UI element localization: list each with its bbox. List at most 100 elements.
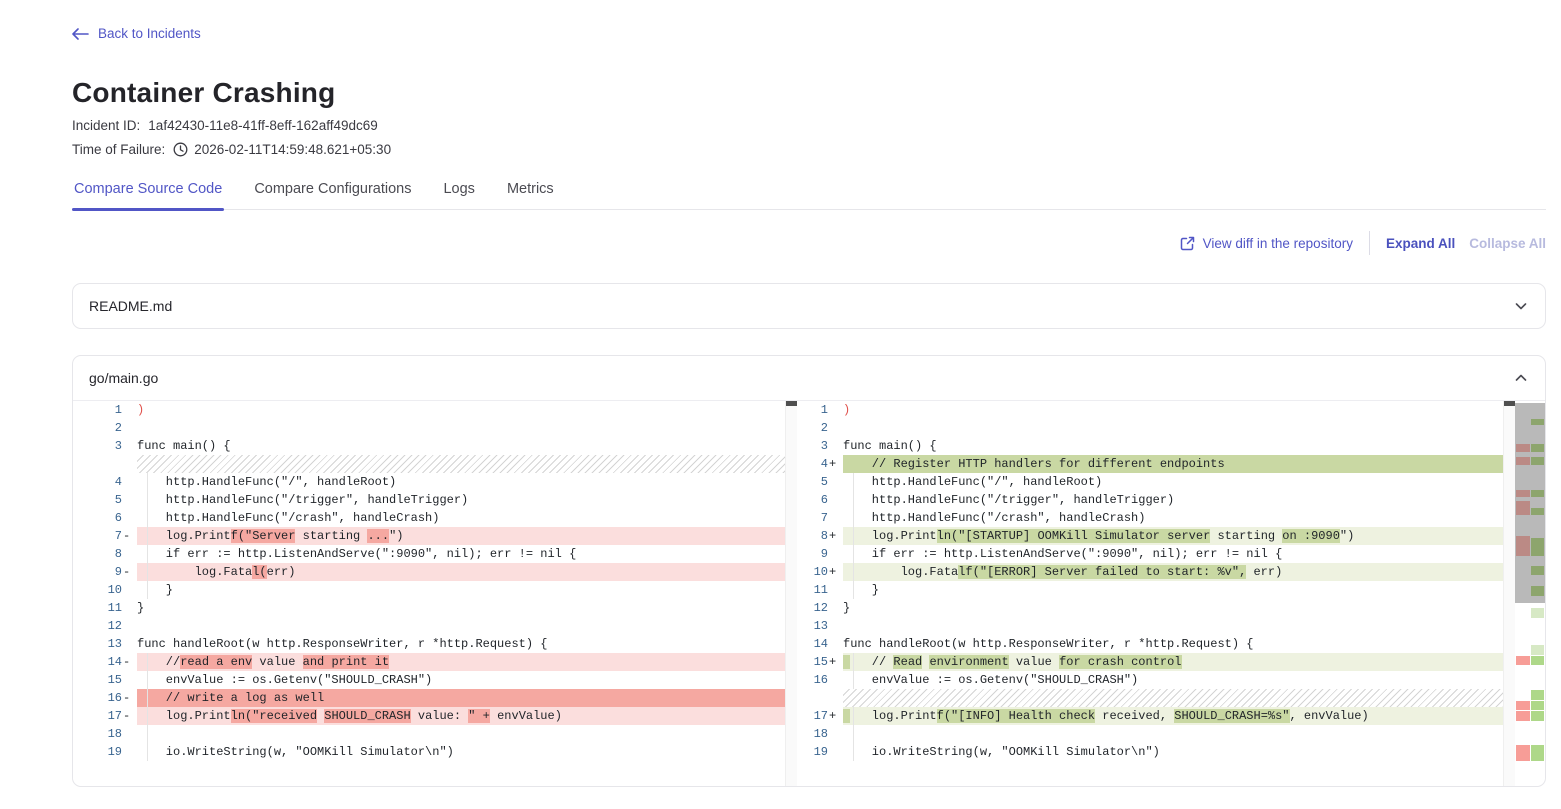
diff-row: 17+ log.Printf("[INFO] Health check rece… <box>797 707 1503 725</box>
code-line: io.WriteString(w, "OOMKill Simulator\n") <box>843 743 1503 761</box>
line-number: 7 <box>797 509 829 527</box>
code-line <box>843 617 1503 635</box>
line-number: 13 <box>797 617 829 635</box>
diff-row: 4+ // Register HTTP handlers for differe… <box>797 455 1503 473</box>
diff-marker: + <box>829 527 843 545</box>
ruler-diff-mark <box>1516 457 1530 465</box>
time-of-failure-label: Time of Failure: <box>72 142 165 157</box>
diff-row: 1) <box>73 401 785 419</box>
back-to-incidents-link[interactable]: Back to Incidents <box>72 26 201 41</box>
file-card-readme-header[interactable]: README.md <box>73 284 1545 328</box>
diff-row: 6 http.HandleFunc("/trigger", handleTrig… <box>797 491 1503 509</box>
line-number: 6 <box>797 491 829 509</box>
diff-row: 15 envValue := os.Getenv("SHOULD_CRASH") <box>73 671 785 689</box>
overview-ruler[interactable] <box>1515 401 1545 786</box>
diff-row: 1) <box>797 401 1503 419</box>
diff-marker <box>829 617 843 635</box>
diff-marker <box>123 437 137 455</box>
collapsed-region-hatch <box>843 689 1503 707</box>
line-number: 12 <box>797 599 829 617</box>
line-number: 11 <box>73 599 123 617</box>
line-number: 14 <box>797 635 829 653</box>
file-card-go-main-header[interactable]: go/main.go <box>73 356 1545 401</box>
line-number: 4 <box>797 455 829 473</box>
line-number: 12 <box>73 617 123 635</box>
line-number: 18 <box>797 725 829 743</box>
code-line: http.HandleFunc("/crash", handleCrash) <box>843 509 1503 527</box>
view-diff-link[interactable]: View diff in the repository <box>1180 236 1353 251</box>
ruler-diff-mark <box>1531 608 1544 618</box>
file-card-readme: README.md <box>72 283 1546 329</box>
tab-compare-configurations[interactable]: Compare Configurations <box>252 181 413 209</box>
tab-compare-source-code[interactable]: Compare Source Code <box>72 181 224 209</box>
code-line: http.HandleFunc("/crash", handleCrash) <box>137 509 785 527</box>
diff-marker <box>829 581 843 599</box>
expand-all-button[interactable]: Expand All <box>1386 236 1455 251</box>
diff-marker <box>829 545 843 563</box>
code-line <box>137 725 785 743</box>
line-number: 9 <box>73 563 123 581</box>
ruler-diff-mark <box>1516 711 1530 721</box>
tab-logs[interactable]: Logs <box>441 181 476 209</box>
diff-row: 4 http.HandleFunc("/", handleRoot) <box>73 473 785 491</box>
line-number: 15 <box>73 671 123 689</box>
diff-row: 16 envValue := os.Getenv("SHOULD_CRASH") <box>797 671 1503 689</box>
diff-row: 19 io.WriteString(w, "OOMKill Simulator\… <box>797 743 1503 761</box>
ruler-diff-mark <box>1531 645 1544 655</box>
chevron-up-icon[interactable] <box>1513 370 1529 386</box>
diff-row: 8 if err := http.ListenAndServe(":9090",… <box>73 545 785 563</box>
code-line: http.HandleFunc("/trigger", handleTrigge… <box>137 491 785 509</box>
code-line: log.Fatalf("[ERROR] Server failed to sta… <box>843 563 1503 581</box>
code-line: log.Printf("[INFO] Health check received… <box>843 707 1503 725</box>
diff-row: 9- log.Fatal(err) <box>73 563 785 581</box>
diff-toolbar: View diff in the repository Expand All C… <box>72 231 1546 255</box>
diff-marker <box>123 509 137 527</box>
ruler-diff-mark <box>1531 508 1544 515</box>
diff-left-pane: 1)23func main() {4 http.HandleFunc("/", … <box>73 401 785 786</box>
time-of-failure-row: Time of Failure: 2026-02-11T14:59:48.621… <box>72 142 1546 157</box>
code-line: http.HandleFunc("/", handleRoot) <box>843 473 1503 491</box>
line-number: 19 <box>797 743 829 761</box>
tab-bar: Compare Source Code Compare Configuratio… <box>72 181 1546 210</box>
diff-row: 19 io.WriteString(w, "OOMKill Simulator\… <box>73 743 785 761</box>
line-number: 10 <box>73 581 123 599</box>
code-line: func main() { <box>843 437 1503 455</box>
line-number: 8 <box>797 527 829 545</box>
diff-row: 6 http.HandleFunc("/crash", handleCrash) <box>73 509 785 527</box>
diff-marker <box>123 491 137 509</box>
left-pane-scrollbar[interactable] <box>785 401 797 786</box>
diff-marker <box>829 689 843 707</box>
left-scrollbar-thumb[interactable] <box>786 401 797 406</box>
external-link-icon <box>1180 236 1195 251</box>
ruler-diff-mark <box>1516 490 1530 497</box>
code-line: func handleRoot(w http.ResponseWriter, r… <box>843 635 1503 653</box>
ruler-diff-mark <box>1516 656 1530 665</box>
ruler-diff-mark <box>1531 444 1544 452</box>
diff-row: 14 func handleRoot(w http.ResponseWriter,… <box>797 635 1503 653</box>
diff-row: 12 <box>73 617 785 635</box>
collapse-all-button[interactable]: Collapse All <box>1469 236 1546 251</box>
diff-row: 16- // write a log as well <box>73 689 785 707</box>
right-pane-scrollbar[interactable] <box>1503 401 1515 786</box>
diff-row: 18 <box>73 725 785 743</box>
diff-marker <box>829 599 843 617</box>
diff-row: 13func handleRoot(w http.ResponseWriter,… <box>73 635 785 653</box>
line-number: 5 <box>797 473 829 491</box>
diff-row: 2 <box>73 419 785 437</box>
diff-row: 11 } <box>797 581 1503 599</box>
line-number: 3 <box>73 437 123 455</box>
tab-metrics[interactable]: Metrics <box>505 181 556 209</box>
file-card-go-main: go/main.go 1)23func main() {4 http.Handl… <box>72 355 1546 787</box>
diff-row: 7- log.Printf("Server starting ...") <box>73 527 785 545</box>
file-name: README.md <box>89 298 172 314</box>
collapsed-region-hatch <box>137 455 785 473</box>
code-line: log.Printf("Server starting ...") <box>137 527 785 545</box>
right-scrollbar-thumb[interactable] <box>1504 401 1515 406</box>
diff-row: 9 if err := http.ListenAndServe(":9090",… <box>797 545 1503 563</box>
code-line: envValue := os.Getenv("SHOULD_CRASH") <box>137 671 785 689</box>
diff-marker <box>123 599 137 617</box>
code-line: ) <box>137 401 785 419</box>
line-number: 9 <box>797 545 829 563</box>
chevron-down-icon[interactable] <box>1513 298 1529 314</box>
code-line <box>843 419 1503 437</box>
